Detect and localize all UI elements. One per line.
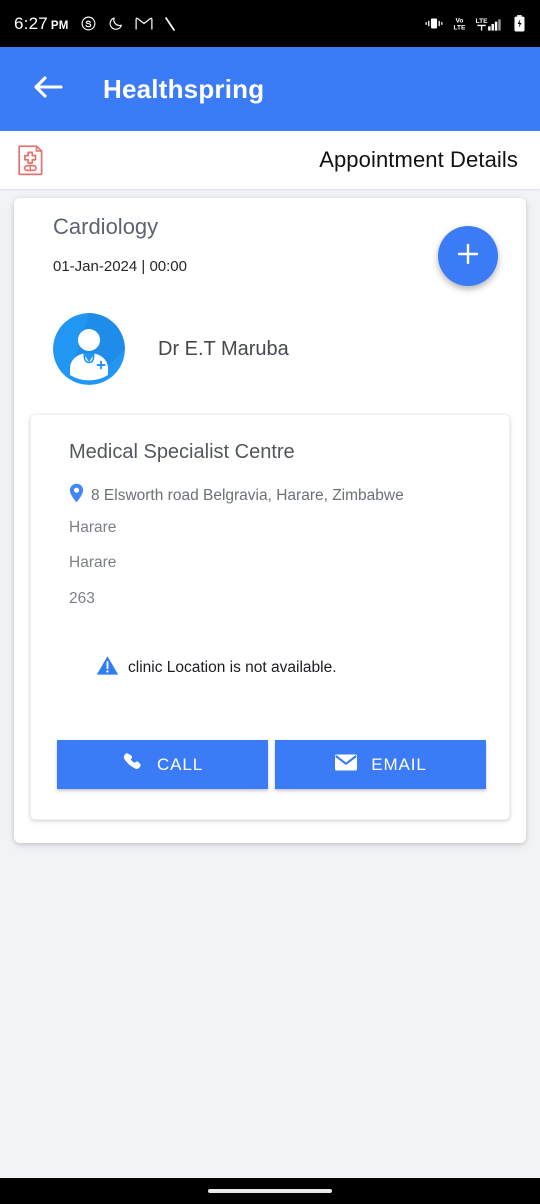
svg-text:LTE: LTE xyxy=(454,25,467,31)
gmail-icon xyxy=(135,16,153,31)
page-title: Appointment Details xyxy=(319,147,518,172)
call-button[interactable]: CALL xyxy=(57,740,268,789)
status-bar: 6:27 PM Vo LTE LTE xyxy=(0,0,540,47)
lte-signal-icon: LTE xyxy=(475,16,505,32)
appointment-specialty: Cardiology xyxy=(53,214,159,239)
plus-icon xyxy=(455,241,481,272)
status-bar-clock: 6:27 PM xyxy=(14,14,69,34)
doctor-name: Dr E.T Maruba xyxy=(158,337,289,360)
svg-text:LTE: LTE xyxy=(476,18,489,25)
status-bar-left: 6:27 PM xyxy=(14,14,176,34)
app-bar: Healthspring xyxy=(0,47,540,131)
backslash-icon xyxy=(164,16,176,32)
battery-charging-icon xyxy=(513,15,526,32)
email-button[interactable]: EMAIL xyxy=(275,740,486,789)
volte-icon: Vo LTE xyxy=(452,16,467,31)
app-title: Healthspring xyxy=(103,73,265,104)
location-pin-icon xyxy=(69,483,84,508)
contact-actions: CALL EMAIL xyxy=(57,740,486,789)
back-button[interactable] xyxy=(26,67,70,111)
clinic-region: Harare xyxy=(69,554,117,571)
phone-screen: 6:27 PM Vo LTE LTE Healthspring Appointm… xyxy=(0,0,540,1204)
home-gesture-pill[interactable] xyxy=(208,1189,332,1193)
system-navigation-bar xyxy=(0,1178,540,1204)
clinic-city: Harare xyxy=(69,519,117,536)
add-appointment-fab[interactable] xyxy=(438,226,498,286)
svg-text:Vo: Vo xyxy=(456,18,464,25)
clinic-country-code: 263 xyxy=(69,590,95,607)
clock-ampm: PM xyxy=(50,19,69,32)
clinic-address-row: 8 Elsworth road Belgravia, Harare, Zimba… xyxy=(69,483,404,508)
call-button-label: CALL xyxy=(156,754,204,774)
appointment-card: Cardiology 01-Jan-2024 | 00:00 Dr E.T Ma… xyxy=(14,198,526,843)
page-sub-header: Appointment Details xyxy=(0,131,540,189)
status-bar-right: Vo LTE LTE xyxy=(424,15,526,32)
medical-record-icon[interactable] xyxy=(14,143,48,177)
clinic-name: Medical Specialist Centre xyxy=(69,441,295,463)
phone-icon xyxy=(122,751,144,778)
warning-triangle-icon xyxy=(96,655,119,681)
doctor-avatar-icon xyxy=(53,313,125,385)
clinic-card: Medical Specialist Centre 8 Elsworth roa… xyxy=(30,414,510,820)
doctor-row: Dr E.T Maruba xyxy=(53,313,289,385)
location-warning-row: clinic Location is not available. xyxy=(96,655,337,681)
do-not-disturb-moon-icon xyxy=(108,15,124,32)
clinic-address: 8 Elsworth road Belgravia, Harare, Zimba… xyxy=(91,486,404,504)
arrow-left-icon xyxy=(32,73,64,106)
email-button-label: EMAIL xyxy=(371,754,427,774)
envelope-icon xyxy=(334,753,358,777)
skype-icon xyxy=(80,15,97,32)
vibrate-icon xyxy=(424,16,444,31)
clock-time: 6:27 xyxy=(14,13,48,33)
appointment-datetime: 01-Jan-2024 | 00:00 xyxy=(53,258,187,275)
location-warning-text: clinic Location is not available. xyxy=(128,659,337,676)
